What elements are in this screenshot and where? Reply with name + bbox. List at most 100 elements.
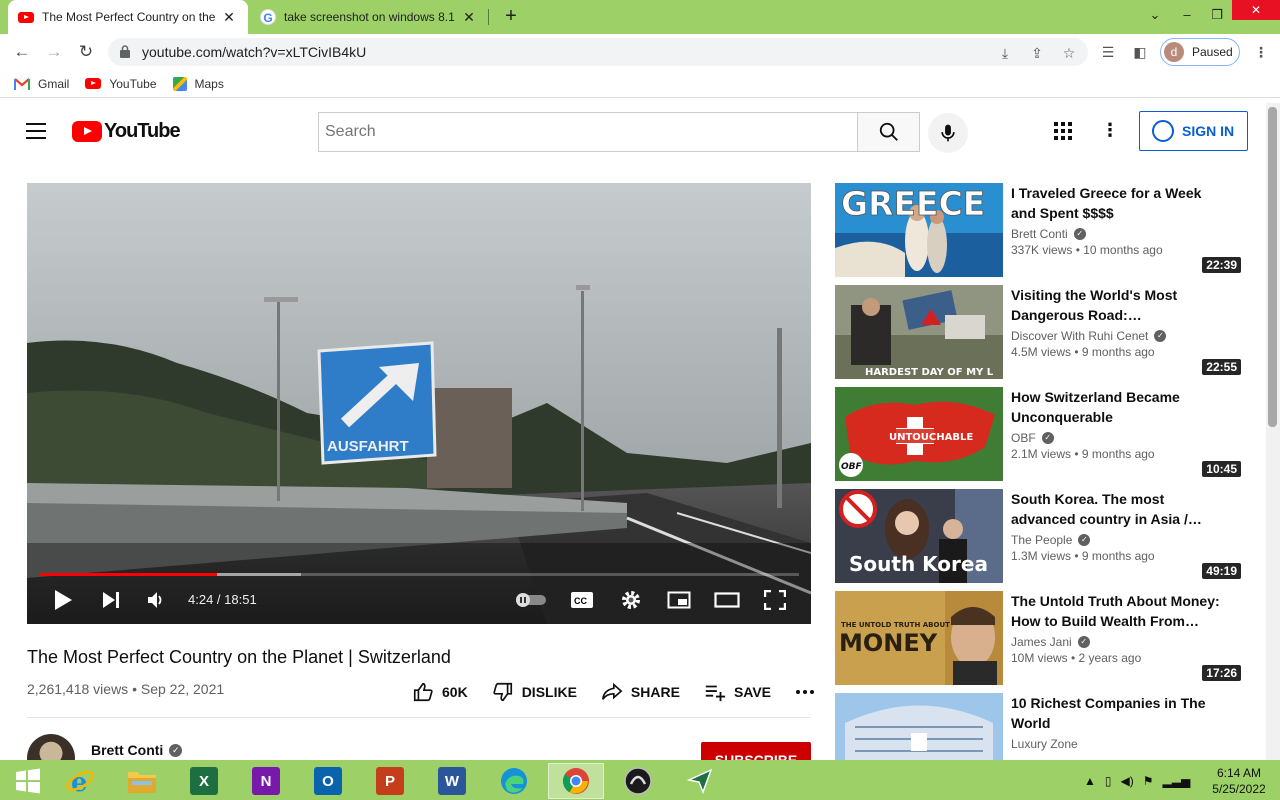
bookmarks-bar: Gmail YouTube Maps (0, 70, 1280, 98)
close-tab-icon[interactable]: ✕ (460, 9, 478, 26)
taskbar-word[interactable]: W (424, 763, 480, 799)
more-actions-button[interactable] (795, 689, 823, 695)
close-tab-icon[interactable]: ✕ (220, 9, 238, 26)
address-bar[interactable]: youtube.com/watch?v=xLTCivIB4kU ⤓ ⇪ ☆ (108, 38, 1088, 66)
recommendation-channel[interactable]: James Jani (1011, 635, 1072, 649)
new-tab-button[interactable]: + (500, 5, 522, 27)
media-controls-icon[interactable]: ☰ (1099, 43, 1117, 61)
reload-icon[interactable]: ↻ (74, 40, 98, 64)
network-signal-icon[interactable]: ▂▃▅ (1163, 774, 1191, 788)
progress-played[interactable] (39, 573, 217, 576)
taskbar-chrome[interactable] (548, 763, 604, 799)
thumbnail-text: UNTOUCHABLE (889, 432, 973, 443)
recommendation-channel[interactable]: Discover With Ruhi Cenet (1011, 329, 1148, 343)
restore-button[interactable]: ❐ (1202, 0, 1232, 30)
like-count: 60K (442, 684, 468, 700)
google-favicon-icon: G (260, 9, 276, 25)
volume-icon[interactable]: ◀) (1121, 774, 1134, 788)
sign-in-button[interactable]: SIGN IN (1139, 111, 1248, 151)
youtube-logo[interactable]: YouTube (72, 120, 181, 143)
taskbar-app[interactable] (610, 763, 666, 799)
taskbar-file-explorer[interactable] (114, 763, 170, 799)
search-field-wrapper (318, 112, 858, 152)
install-app-icon[interactable]: ⤓ (996, 44, 1014, 62)
back-arrow-icon[interactable]: ← (10, 40, 34, 64)
taskbar-powerpoint[interactable]: P (362, 763, 418, 799)
subtitles-button[interactable]: CC (568, 585, 596, 615)
search-input[interactable] (319, 113, 858, 151)
taskbar-clock[interactable]: 6:14 AM 5/25/2022 (1204, 765, 1274, 797)
youtube-play-logo-icon (72, 121, 102, 142)
like-button[interactable]: 60K (412, 681, 468, 703)
window-close-button[interactable]: ✕ (1232, 0, 1280, 20)
recommendation-item[interactable]: 10 Richest Companies in The World Luxury… (835, 693, 1245, 760)
recommendation-channel[interactable]: Luxury Zone (1011, 737, 1078, 751)
onenote-icon: N (252, 767, 280, 795)
voice-search-button[interactable] (928, 113, 968, 153)
recommendation-channel[interactable]: The People (1011, 533, 1072, 547)
flag-icon[interactable]: ⚑ (1143, 774, 1154, 788)
minimize-button[interactable]: – (1172, 0, 1202, 30)
bookmark-youtube[interactable]: YouTube (85, 76, 157, 91)
share-page-icon[interactable]: ⇪ (1028, 44, 1046, 62)
recommendation-title[interactable]: The Untold Truth About Money: How to Bui… (1011, 591, 1221, 631)
theater-mode-button[interactable] (713, 585, 741, 615)
share-button[interactable]: SHARE (601, 681, 680, 703)
thumbnail-badge-text: OBF (841, 462, 863, 472)
bookmark-maps[interactable]: Maps (172, 76, 224, 91)
dislike-button[interactable]: DISLIKE (492, 681, 577, 703)
recommendation-title[interactable]: Visiting the World's Most Dangerous Road… (1011, 285, 1221, 325)
profile-button[interactable]: d Paused (1160, 38, 1240, 66)
video-player[interactable]: AUSFAHRT 4:24 / 18:51 CC (27, 183, 811, 624)
recommendation-title[interactable]: I Traveled Greece for a Week and Spent $… (1011, 183, 1221, 223)
bookmark-star-icon[interactable]: ☆ (1060, 44, 1078, 62)
apps-grid-icon[interactable] (1053, 121, 1073, 141)
show-hidden-icons-icon[interactable]: ▲ (1084, 774, 1096, 788)
powerpoint-icon: P (376, 767, 404, 795)
channel-name[interactable]: Brett Conti ✓ (91, 742, 183, 758)
bookmark-label: YouTube (109, 76, 157, 91)
bookmark-gmail[interactable]: Gmail (14, 77, 69, 91)
tab-search-chevron-icon[interactable]: ⌄ (1140, 0, 1170, 30)
tab-youtube-video[interactable]: The Most Perfect Country on the ✕ (8, 0, 248, 34)
miniplayer-button[interactable] (665, 585, 693, 615)
save-button[interactable]: SAVE (704, 681, 771, 703)
taskbar-edge[interactable] (486, 763, 542, 799)
settings-more-icon[interactable]: ⋮ (1100, 121, 1120, 141)
video-duration: 10:45 (1202, 461, 1241, 477)
autoplay-toggle[interactable] (513, 585, 549, 615)
guide-menu-icon[interactable] (26, 123, 46, 139)
recommendation-channel[interactable]: OBF (1011, 431, 1036, 445)
settings-button[interactable] (617, 585, 645, 615)
recommendation-item[interactable]: GREECE 22:39 I Traveled Greece for a Wee… (835, 183, 1245, 277)
forward-arrow-icon[interactable]: → (42, 40, 66, 64)
mute-button[interactable] (143, 585, 169, 615)
page-scrollbar-thumb[interactable] (1268, 107, 1277, 427)
recommendation-item[interactable]: UNTOUCHABLE OBF 10:45 How Switzerland Be… (835, 387, 1245, 481)
start-button[interactable] (0, 763, 56, 799)
taskbar-internet-explorer[interactable]: e (52, 763, 108, 799)
recommendation-item[interactable]: THE UNTOLD TRUTH ABOUT MONEY 17:26 The U… (835, 591, 1245, 685)
send-icon (687, 768, 713, 794)
fullscreen-button[interactable] (761, 585, 789, 615)
device-icon[interactable]: ▯ (1105, 774, 1112, 788)
recommendation-title[interactable]: 10 Richest Companies in The World (1011, 693, 1221, 733)
taskbar-send[interactable] (672, 763, 728, 799)
chrome-menu-icon[interactable]: ⋮ (1252, 43, 1270, 61)
edge-icon (501, 768, 527, 794)
browser-tab-strip: The Most Perfect Country on the ✕ G take… (0, 0, 1280, 34)
recommendation-channel[interactable]: Brett Conti (1011, 227, 1068, 241)
recommendation-title[interactable]: South Korea. The most advanced country i… (1011, 489, 1221, 529)
taskbar-excel[interactable]: X (176, 763, 232, 799)
taskbar-onenote[interactable]: N (238, 763, 294, 799)
recommendation-item[interactable]: HARDEST DAY OF MY L 22:55 Visiting the W… (835, 285, 1245, 379)
recommendation-item[interactable]: South Korea 49:19 South Korea. The most … (835, 489, 1245, 583)
search-button[interactable] (857, 112, 920, 152)
taskbar-outlook[interactable]: O (300, 763, 356, 799)
tab-google-search[interactable]: G take screenshot on windows 8.1 ✕ (250, 0, 488, 34)
recommendation-meta: 337K views • 10 months ago (1011, 243, 1163, 257)
play-button[interactable] (49, 585, 77, 615)
recommendation-title[interactable]: How Switzerland Became Unconquerable (1011, 387, 1221, 427)
side-panel-icon[interactable]: ◧ (1131, 43, 1149, 61)
next-video-button[interactable] (97, 585, 125, 615)
